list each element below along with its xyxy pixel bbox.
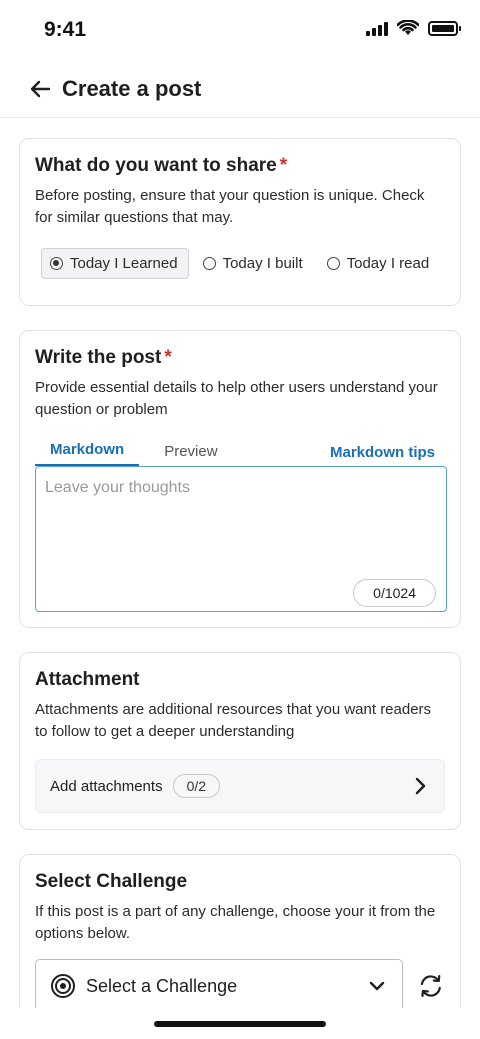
wifi-icon (397, 20, 419, 35)
attachment-count-badge: 0/2 (172, 774, 221, 798)
refresh-icon[interactable] (417, 972, 445, 1000)
attachment-card: Attachment Attachments are additional re… (19, 652, 461, 830)
target-icon (51, 974, 75, 998)
challenge-select-label: Select a Challenge (86, 975, 238, 996)
challenge-select[interactable]: Select a Challenge (35, 959, 404, 1013)
add-attachments-button[interactable]: Add attachments 0/2 (35, 759, 445, 813)
required-mark: * (279, 155, 288, 176)
cellular-signal-icon (366, 20, 388, 36)
app-header: Create a post (0, 60, 480, 118)
battery-icon (428, 20, 461, 36)
share-type-description: Before posting, ensure that your questio… (35, 187, 425, 226)
share-type-card: What do you want to share * Before postin… (19, 138, 461, 306)
write-post-card: Write the post * Provide essential detail… (19, 330, 461, 628)
option-today-i-built[interactable]: Today I built (195, 248, 313, 279)
attachment-description: Attachments are additional resources tha… (35, 701, 432, 740)
share-type-title: What do you want to share * (35, 155, 445, 177)
editor-tabs: Markdown Preview Markdown tips (35, 439, 445, 466)
option-today-i-learned[interactable]: Today I Learned (41, 248, 189, 279)
radio-unselected-icon (326, 257, 340, 270)
character-counter: 0/1024 (353, 579, 436, 607)
challenge-row: Select a Challenge (35, 959, 445, 1013)
option-label: Today I built (222, 255, 303, 272)
challenge-title: Select Challenge (35, 871, 188, 892)
option-label: Today I Learned (70, 255, 178, 272)
status-bar: 9:41 (0, 0, 480, 60)
post-editor: 0/1024 (35, 466, 447, 617)
tab-markdown[interactable]: Markdown (35, 441, 140, 466)
back-arrow-icon[interactable] (26, 75, 54, 103)
write-post-title: Write the post * (35, 347, 445, 369)
markdown-tips-link[interactable]: Markdown tips (330, 444, 435, 461)
add-attachments-label: Add attachments (50, 777, 163, 795)
challenge-description: If this post is a part of any challenge,… (35, 903, 436, 942)
radio-selected-icon (50, 257, 63, 270)
chevron-right-icon (410, 776, 430, 796)
option-label: Today I read (346, 255, 430, 272)
status-icons (366, 20, 461, 36)
tab-preview[interactable]: Preview (149, 443, 232, 466)
page-title: Create a post (62, 75, 202, 101)
radio-unselected-icon (202, 257, 216, 270)
write-post-description: Provide essential details to help other … (35, 379, 438, 418)
status-time: 9:41 (44, 18, 87, 41)
share-type-options: Today I Learned Today I built Today I re… (41, 248, 445, 279)
home-indicator[interactable] (154, 1021, 326, 1027)
attachment-title: Attachment (35, 669, 140, 690)
share-type-title-text: What do you want to share (35, 155, 277, 176)
option-today-i-read[interactable]: Today I read (319, 248, 440, 279)
required-mark: * (164, 347, 172, 368)
write-post-title-text: Write the post (35, 347, 162, 368)
chevron-down-icon (370, 981, 385, 991)
